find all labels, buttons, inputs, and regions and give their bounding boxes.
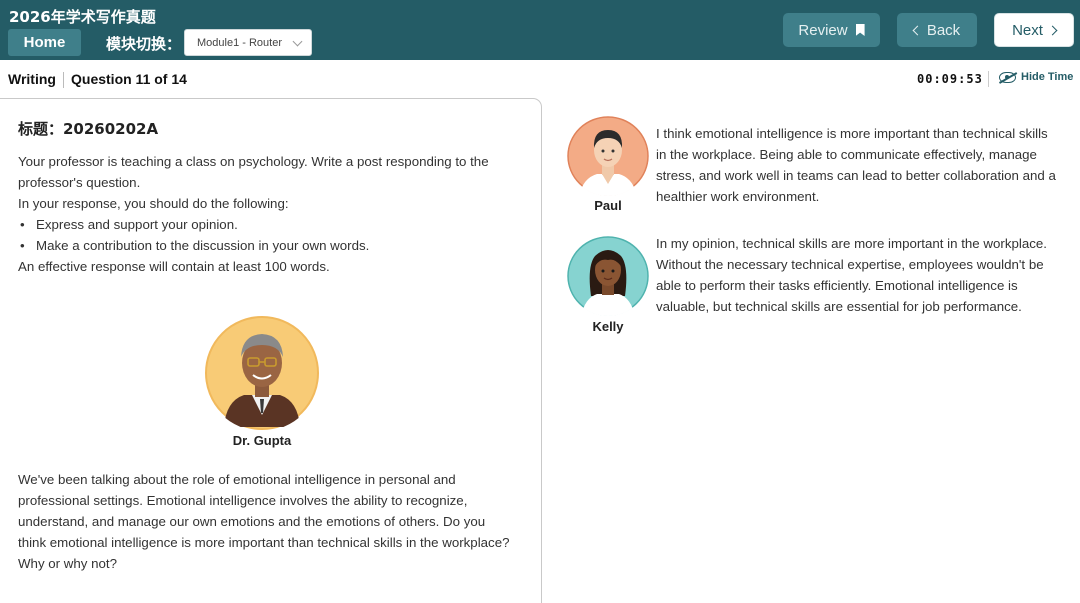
student-name: Kelly [592, 319, 624, 334]
next-button[interactable]: Next [994, 13, 1074, 47]
student-name: Paul [594, 198, 622, 213]
review-button[interactable]: Review [783, 13, 880, 47]
chevron-right-icon [1047, 25, 1058, 35]
prompt-text: Your professor is teaching a class on ps… [18, 151, 518, 277]
divider [988, 71, 989, 87]
back-button[interactable]: Back [897, 13, 977, 47]
student-avatar [567, 116, 649, 196]
eye-off-icon [999, 71, 1016, 83]
bullet-item: Make a contribution to the discussion in… [18, 235, 518, 256]
bullet-item: Express and support your opinion. [18, 214, 518, 235]
prompt-intro: Your professor is teaching a class on ps… [18, 154, 489, 190]
chevron-left-icon [912, 25, 923, 35]
timer: 00:09:53 [917, 72, 983, 86]
review-label: Review [798, 21, 848, 39]
status-bar: Writing Question 11 of 14 00:09:53 Hide … [0, 60, 1080, 98]
bookmark-icon [855, 24, 865, 36]
hide-time-button[interactable]: Hide Time [999, 71, 1073, 83]
home-button[interactable]: Home [8, 29, 81, 56]
question-counter: Question 11 of 14 [71, 71, 187, 87]
divider [63, 72, 64, 88]
module-select[interactable]: Module1 - Router [184, 29, 312, 56]
section-name: Writing [8, 71, 56, 87]
length-note: An effective response will contain at le… [18, 259, 330, 274]
professor-question: We've been talking about the role of emo… [18, 472, 510, 571]
module-select-value: Module1 - Router [197, 36, 282, 49]
professor-name: Dr. Gupta [232, 433, 292, 448]
question-title: 标题：20260202A [18, 120, 159, 138]
hide-time-label: Hide Time [1021, 71, 1074, 83]
student-avatar [567, 236, 649, 316]
app-title: 2026年学术写作真题 [9, 8, 156, 26]
next-label: Next [1012, 21, 1043, 39]
chevron-down-icon [292, 36, 303, 47]
top-bar: 2026年学术写作真题 Home 模块切换： Module1 - Router … [0, 0, 1080, 60]
module-switch-label: 模块切换： [106, 35, 182, 53]
professor-card: Dr. Gupta [204, 315, 320, 448]
post-text: In my opinion, technical skills are more… [656, 236, 1047, 314]
back-label: Back [926, 21, 961, 39]
prompt-panel: 标题：20260202A Your professor is teaching … [0, 98, 542, 603]
prompt-instruction: In your response, you should do the foll… [18, 196, 289, 211]
post-text: I think emotional intelligence is more i… [656, 126, 1056, 204]
professor-avatar [204, 315, 320, 431]
prompt-bullets: Express and support your opinion. Make a… [18, 214, 518, 256]
